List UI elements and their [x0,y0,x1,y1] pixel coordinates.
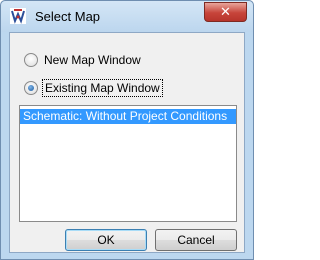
existing-map-window-radio[interactable] [24,81,38,95]
list-item[interactable]: Schematic: Without Project Conditions [20,109,236,124]
close-button[interactable]: ✕ [204,2,247,22]
existing-map-window-label[interactable]: Existing Map Window [42,79,163,97]
title-bar[interactable]: Select Map ✕ [1,1,253,32]
new-map-window-option[interactable]: New Map Window [24,53,141,67]
cancel-button[interactable]: Cancel [155,229,237,251]
close-icon: ✕ [220,4,231,19]
new-map-window-radio[interactable] [24,53,38,67]
window-title: Select Map [35,9,101,24]
new-map-window-label[interactable]: New Map Window [44,53,141,67]
ok-button[interactable]: OK [65,229,147,251]
existing-map-window-option[interactable]: Existing Map Window [24,79,163,97]
app-logo-icon [10,8,26,24]
map-list[interactable]: Schematic: Without Project Conditions [19,105,237,222]
select-map-dialog: Select Map ✕ New Map Window Existing Map… [0,0,254,260]
dialog-content: New Map Window Existing Map Window Schem… [9,32,245,253]
